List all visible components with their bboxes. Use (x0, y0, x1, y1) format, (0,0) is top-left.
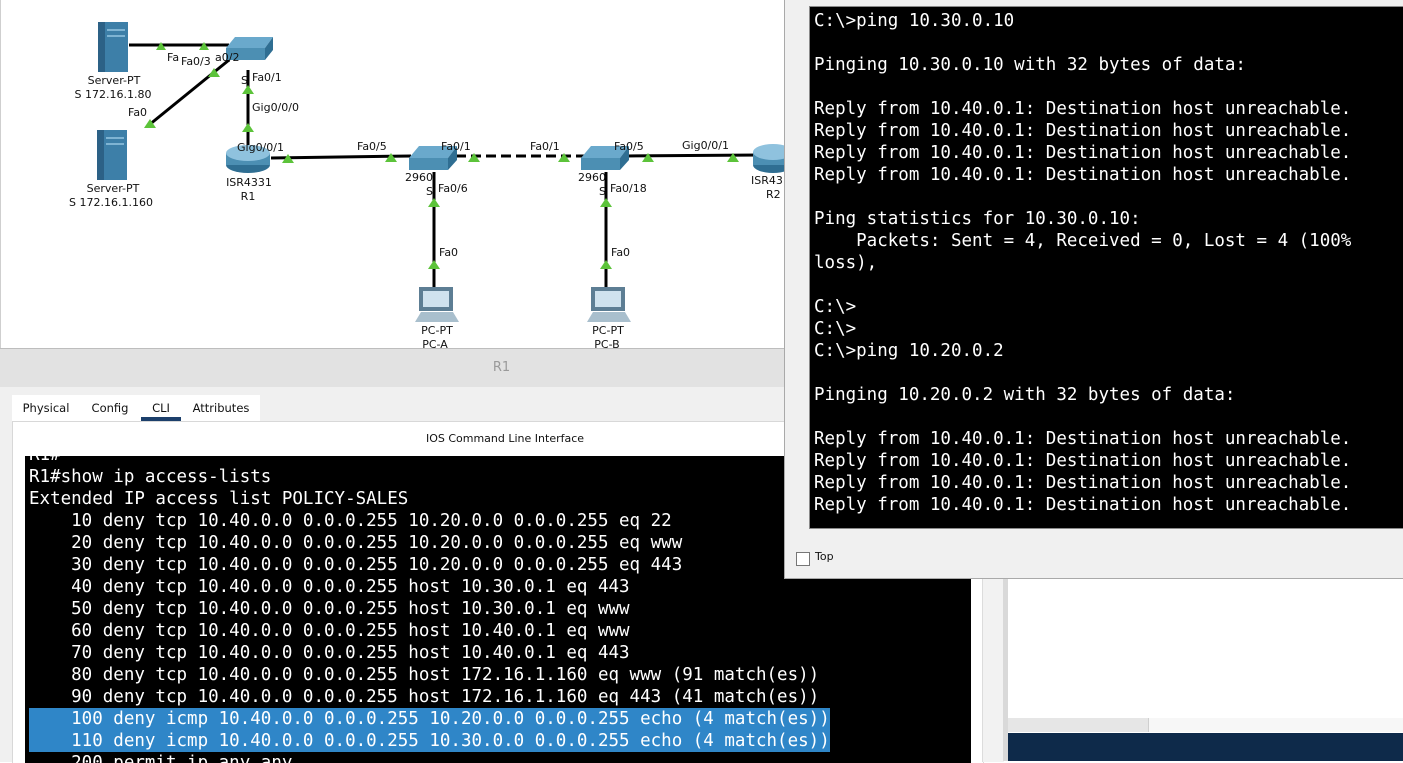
scrollbar-thumb[interactable] (1148, 718, 1403, 732)
swa-model: 2960 (405, 171, 433, 184)
top-checkbox-label: Top (815, 550, 834, 563)
port-label: Fa0/5 (614, 140, 644, 153)
prompt-line: loss), (814, 253, 878, 273)
port-up-icon (428, 260, 440, 269)
port-label: Fa0/1 (530, 140, 560, 153)
port-label: Gig0/0/1 (237, 141, 284, 154)
port-label: Fa0/5 (357, 140, 387, 153)
server2-name: S 172.16.1.160 (69, 196, 153, 209)
terminal-line: 200 permit ip any any (29, 753, 293, 763)
server1-type: Server-PT (88, 74, 141, 87)
terminal-line: 30 deny tcp 10.40.0.0 0.0.0.255 10.20.0.… (29, 555, 683, 575)
terminal-line-selected: 100 deny icmp 10.40.0.0 0.0.0.255 10.20.… (29, 708, 830, 730)
terminal-line: R1# (29, 456, 61, 466)
prompt-line: Packets: Sent = 4, Received = 0, Lost = … (814, 231, 1352, 251)
terminal-line: 40 deny tcp 10.40.0.0 0.0.0.255 host 10.… (29, 577, 630, 597)
port-label: Fa0 (611, 246, 630, 259)
port-label: Fa0 (128, 106, 147, 119)
prompt-line: C:\>ping 10.30.0.10 (814, 11, 1015, 31)
prompt-line: Reply from 10.40.0.1: Destination host u… (814, 495, 1352, 515)
pc-icon[interactable] (415, 287, 459, 322)
terminal-line: Extended IP access list POLICY-SALES (29, 489, 409, 509)
horizontal-scrollbar[interactable] (1008, 718, 1403, 732)
switch-top-name: S (241, 74, 248, 87)
port-up-icon (600, 260, 612, 269)
top-checkbox[interactable] (796, 552, 810, 566)
prompt-line: Reply from 10.40.0.1: Destination host u… (814, 121, 1352, 141)
port-label: Fa (167, 51, 179, 64)
pc-icon[interactable] (587, 287, 631, 322)
prompt-line: Reply from 10.40.0.1: Destination host u… (814, 429, 1352, 449)
swa-name: S (426, 185, 433, 198)
background-window (1003, 578, 1403, 761)
tab-cli[interactable]: CLI (141, 395, 181, 421)
terminal-line: 50 deny tcp 10.40.0.0 0.0.0.255 host 10.… (29, 599, 630, 619)
port-up-icon (428, 198, 440, 207)
r2-type: ISR43 (751, 174, 783, 187)
terminal-line: 70 deny tcp 10.40.0.0 0.0.0.255 host 10.… (29, 643, 630, 663)
topology-canvas[interactable]: Server-PT S 172.16.1.80 Server-PT S 172.… (0, 0, 801, 352)
pc-command-prompt-window[interactable]: C:\>ping 10.30.0.10 Pinging 10.30.0.10 w… (784, 0, 1403, 579)
server1-name: S 172.16.1.80 (75, 88, 152, 101)
background-bar (1008, 733, 1403, 761)
port-label: Fa0/1 (441, 140, 471, 153)
tab-attributes[interactable]: Attributes (190, 395, 252, 421)
command-prompt-terminal[interactable]: C:\>ping 10.30.0.10 Pinging 10.30.0.10 w… (809, 6, 1403, 529)
prompt-line: C:\> (814, 319, 857, 339)
topology-diagram: Server-PT S 172.16.1.80 Server-PT S 172.… (69, 22, 793, 351)
port-label: Fa0 (439, 246, 458, 259)
prompt-line: C:\> (814, 297, 857, 317)
terminal-line: 10 deny tcp 10.40.0.0 0.0.0.255 10.20.0.… (29, 511, 672, 531)
prompt-line: Reply from 10.40.0.1: Destination host u… (814, 451, 1352, 471)
prompt-line: Pinging 10.30.0.10 with 32 bytes of data… (814, 55, 1246, 75)
pcb-type: PC-PT (592, 324, 624, 337)
prompt-line: Reply from 10.40.0.1: Destination host u… (814, 473, 1352, 493)
server2-type: Server-PT (87, 182, 140, 195)
terminal-line: R1#show ip access-lists (29, 467, 272, 487)
server-icon[interactable] (98, 22, 128, 72)
prompt-line: Reply from 10.40.0.1: Destination host u… (814, 165, 1352, 185)
pca-type: PC-PT (421, 324, 453, 337)
link-server2-switch[interactable] (148, 58, 230, 127)
port-label: Gig0/0/1 (682, 139, 729, 152)
r2-name: R2 (766, 188, 781, 201)
swb-name: S (599, 185, 606, 198)
port-label: Fa0/6 (438, 182, 468, 195)
port-label: Fa0/1 (252, 71, 282, 84)
terminal-line: 90 deny tcp 10.40.0.0 0.0.0.255 host 172… (29, 687, 820, 707)
server-icon[interactable] (97, 130, 127, 180)
tab-physical[interactable]: Physical (16, 395, 76, 421)
port-label: Fa0/3 (181, 55, 211, 68)
r1-type: ISR4331 (226, 176, 272, 189)
prompt-line: C:\>ping 10.20.0.2 (814, 341, 1004, 361)
tab-bar: Physical Config CLI Attributes (12, 395, 260, 421)
prompt-line: Ping statistics for 10.30.0.10: (814, 209, 1141, 229)
port-up-icon (600, 198, 612, 207)
prompt-line: Reply from 10.40.0.1: Destination host u… (814, 143, 1352, 163)
terminal-line: 60 deny tcp 10.40.0.0 0.0.0.255 host 10.… (29, 621, 630, 641)
terminal-line: 80 deny tcp 10.40.0.0 0.0.0.255 host 172… (29, 665, 820, 685)
port-label: Fa0/18 (610, 182, 647, 195)
tab-config[interactable]: Config (84, 395, 136, 421)
terminal-line: 20 deny tcp 10.40.0.0 0.0.0.255 10.20.0.… (29, 533, 683, 553)
port-label: Gig0/0/0 (252, 101, 299, 114)
port-up-icon (242, 123, 254, 132)
prompt-line: Reply from 10.40.0.1: Destination host u… (814, 99, 1352, 119)
swb-model: 2960 (578, 171, 606, 184)
prompt-line: Pinging 10.20.0.2 with 32 bytes of data: (814, 385, 1236, 405)
r1-name: R1 (241, 190, 256, 203)
terminal-line-selected: 110 deny icmp 10.40.0.0 0.0.0.255 10.30.… (29, 730, 830, 752)
port-label: a0/2 (215, 51, 239, 64)
